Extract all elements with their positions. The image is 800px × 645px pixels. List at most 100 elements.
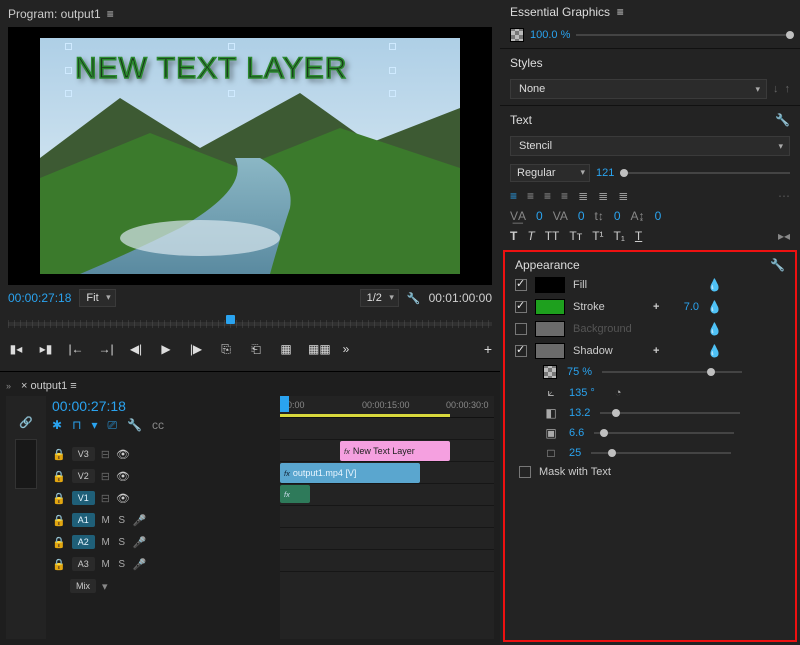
timeline-close-icon[interactable]: »: [6, 381, 11, 391]
underline-icon[interactable]: T: [635, 229, 642, 243]
align-justify-icon[interactable]: ≡: [561, 189, 568, 203]
clip-audio[interactable]: fx: [280, 485, 310, 503]
shadow-distance-slider[interactable]: [600, 412, 740, 414]
resolution-dropdown[interactable]: 1/2: [360, 289, 399, 307]
magnet-icon[interactable]: ⊓: [72, 418, 81, 433]
solo-button[interactable]: S: [117, 537, 127, 548]
mute-button[interactable]: M: [101, 515, 111, 526]
shadow-spread-slider[interactable]: [594, 432, 734, 434]
font-size-value[interactable]: 121: [596, 167, 614, 179]
angle-dial-icon[interactable]: ◔: [615, 387, 622, 399]
shadow-checkbox[interactable]: [515, 345, 527, 357]
style-up-icon[interactable]: ↑: [785, 83, 791, 95]
align-top-icon[interactable]: ≣: [578, 189, 588, 203]
go-to-out-button[interactable]: →|: [98, 342, 114, 356]
solo-button[interactable]: S: [117, 515, 127, 526]
mark-in-button[interactable]: ▮◂: [8, 342, 24, 356]
stroke-swatch[interactable]: [535, 299, 565, 315]
go-to-in-button[interactable]: |←: [68, 342, 84, 356]
fill-checkbox[interactable]: [515, 279, 527, 291]
current-timecode[interactable]: 00:00:27:18: [8, 291, 71, 305]
tracking-value[interactable]: 0: [578, 209, 585, 223]
more-button[interactable]: »: [338, 342, 354, 356]
stroke-checkbox[interactable]: [515, 301, 527, 313]
text-wrench-icon[interactable]: 🔧: [775, 113, 790, 127]
selection-handles[interactable]: [68, 46, 393, 94]
align-bottom-icon[interactable]: ≣: [618, 189, 628, 203]
export-frame-button[interactable]: ▦: [278, 342, 294, 356]
add-shadow-icon[interactable]: +: [653, 345, 665, 357]
shadow-distance-value[interactable]: 13.2: [569, 407, 590, 419]
lock-icon[interactable]: 🔒: [52, 536, 66, 549]
lock-icon[interactable]: 🔒: [52, 448, 66, 461]
italic-icon[interactable]: T: [527, 229, 534, 243]
eye-icon[interactable]: 👁: [116, 448, 130, 461]
step-back-button[interactable]: ◀|: [128, 342, 144, 356]
shadow-blur-value[interactable]: 25: [569, 447, 581, 459]
insert-button[interactable]: ⎘: [218, 342, 234, 357]
eye-icon[interactable]: 👁: [116, 492, 130, 505]
clip-video[interactable]: fxoutput1.mp4 [V]: [280, 463, 420, 483]
shadow-angle-value[interactable]: 135 °: [569, 387, 595, 399]
add-button-icon[interactable]: +: [484, 341, 492, 357]
lock-icon[interactable]: 🔒: [52, 514, 66, 527]
font-dropdown[interactable]: Stencil: [510, 136, 790, 156]
stroke-eyedropper-icon[interactable]: 💧: [707, 300, 721, 314]
settings-wrench-icon[interactable]: 🔧: [407, 292, 421, 305]
stroke-width-value[interactable]: 7.0: [673, 301, 699, 313]
smallcaps-icon[interactable]: Tᴛ: [569, 229, 582, 243]
timeline-tab[interactable]: × output1 ≡: [17, 378, 81, 394]
track-v3[interactable]: V3: [72, 447, 95, 461]
add-stroke-icon[interactable]: +: [653, 301, 665, 313]
mark-out-button[interactable]: ▸▮: [38, 342, 54, 356]
kerning-value[interactable]: 0: [536, 209, 543, 223]
playhead[interactable]: [280, 396, 289, 412]
lock-icon[interactable]: 🔒: [52, 558, 66, 571]
font-weight-dropdown[interactable]: Regular: [510, 164, 590, 182]
program-preview[interactable]: NEW TEXT LAYER: [8, 27, 492, 285]
track-mix[interactable]: Mix: [70, 579, 96, 593]
marker-icon[interactable]: ▾: [91, 418, 97, 433]
cc-icon[interactable]: cc: [152, 418, 164, 433]
align-right-icon[interactable]: ≡: [544, 189, 551, 203]
prev-glyph-icon[interactable]: ▸◂: [778, 229, 790, 243]
timeline-ruler[interactable]: 00:00 00:00:15:00 00:00:30:0: [280, 396, 494, 418]
mic-icon[interactable]: 🎤: [133, 558, 147, 571]
work-area-bar[interactable]: [280, 414, 450, 417]
styles-dropdown[interactable]: None: [510, 79, 767, 99]
fit-dropdown[interactable]: Fit: [79, 289, 115, 307]
track-a3[interactable]: A3: [72, 557, 95, 571]
allcaps-icon[interactable]: TT: [545, 229, 560, 243]
lock-icon[interactable]: 🔒: [52, 470, 66, 483]
lock-icon[interactable]: 🔒: [52, 492, 66, 505]
track-a2[interactable]: A2: [72, 535, 95, 549]
align-ext-icon[interactable]: ⋯: [778, 189, 790, 203]
appearance-wrench-icon[interactable]: 🔧: [770, 258, 785, 272]
fill-eyedropper-icon[interactable]: 💧: [707, 278, 721, 292]
align-center-icon[interactable]: ≡: [527, 189, 534, 203]
mute-button[interactable]: M: [101, 537, 111, 548]
shadow-opacity-slider[interactable]: [602, 371, 742, 373]
track-a1[interactable]: A1: [72, 513, 95, 527]
opacity-value[interactable]: 100.0 %: [530, 29, 570, 41]
mic-icon[interactable]: 🎤: [133, 514, 147, 527]
baseline-value[interactable]: 0: [655, 209, 662, 223]
font-size-slider[interactable]: [620, 172, 790, 174]
bold-icon[interactable]: T: [510, 229, 517, 243]
style-down-icon[interactable]: ↓: [773, 83, 779, 95]
panel-menu-icon[interactable]: ≡: [107, 7, 114, 21]
link-toggle-icon[interactable]: ⎚: [107, 418, 117, 433]
shadow-eyedropper-icon[interactable]: 💧: [707, 344, 721, 358]
eye-icon[interactable]: 👁: [116, 470, 130, 483]
clip-text-layer[interactable]: fxNew Text Layer: [340, 441, 450, 461]
align-middle-icon[interactable]: ≣: [598, 189, 608, 203]
compare-button[interactable]: ▦▦: [308, 342, 324, 356]
snap-icon[interactable]: ✱: [52, 418, 62, 433]
step-forward-button[interactable]: |▶: [188, 342, 204, 356]
play-button[interactable]: ▶: [158, 342, 174, 356]
leading-value[interactable]: 0: [614, 209, 621, 223]
superscript-icon[interactable]: T¹: [592, 229, 603, 243]
overwrite-button[interactable]: ⎗: [248, 342, 264, 357]
program-scrubber[interactable]: [8, 313, 492, 335]
timeline-wrench-icon[interactable]: 🔧: [127, 418, 142, 433]
